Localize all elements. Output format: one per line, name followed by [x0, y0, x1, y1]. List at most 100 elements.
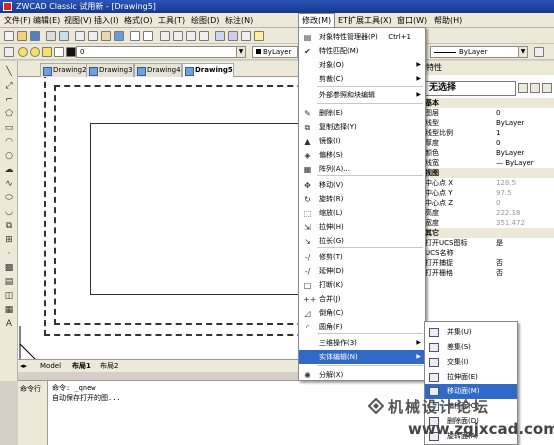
- layout-tab-layout1[interactable]: 布局1: [72, 360, 91, 372]
- modify-menu-item[interactable]: 实体编辑(N) ▶: [299, 350, 425, 364]
- undo-icon[interactable]: [130, 31, 140, 41]
- modify-menu-item[interactable]: ◿ 倒角(C): [299, 306, 425, 320]
- layout-tab-layout2[interactable]: 布局2: [100, 360, 118, 372]
- solid-edit-item[interactable]: 并集(U): [425, 325, 517, 340]
- open-file-icon[interactable]: [17, 31, 27, 41]
- modify-menu-item[interactable]: 外部参照和块编辑 ▶: [299, 88, 425, 102]
- property-value[interactable]: — ByLayer: [496, 158, 534, 168]
- menu-view[interactable]: 视图(V): [64, 13, 92, 28]
- modify-menu-item[interactable]: ⧉ 复制选择(Y): [299, 120, 425, 134]
- print-icon[interactable]: [46, 31, 56, 41]
- new-file-icon[interactable]: [4, 31, 14, 41]
- print-preview-icon[interactable]: [59, 31, 69, 41]
- select-objects-icon[interactable]: [530, 83, 540, 93]
- property-row[interactable]: 中心点 Y 97.5: [424, 188, 554, 198]
- arc-tool-icon[interactable]: ◠: [4, 137, 14, 147]
- property-value[interactable]: 128.5: [496, 178, 516, 188]
- modify-menu-item[interactable]: ↘ 拉长(G): [299, 234, 425, 248]
- modify-menu-item[interactable]: ◜ 圆角(F): [299, 320, 425, 334]
- point-tool-icon[interactable]: ·: [4, 249, 14, 259]
- cut-icon[interactable]: [75, 31, 85, 41]
- modify-menu-item[interactable]: ✥ 移动(V): [299, 178, 425, 192]
- property-value[interactable]: 是: [496, 238, 503, 248]
- zoom-realtime-icon[interactable]: [173, 31, 183, 41]
- ellipse-tool-icon[interactable]: ⬭: [4, 193, 14, 203]
- property-row[interactable]: 宽度 351.472: [424, 218, 554, 228]
- properties-tool-icon[interactable]: [215, 31, 225, 41]
- chevron-down-icon[interactable]: ▼: [236, 47, 245, 57]
- modify-menu-item[interactable]: 三维操作(3) ▶: [299, 336, 425, 350]
- quick-select-icon[interactable]: [542, 83, 552, 93]
- lineweight-dropdown[interactable]: ByLayer ▼: [430, 46, 528, 58]
- property-value[interactable]: 否: [496, 258, 503, 268]
- pan-icon[interactable]: [160, 31, 170, 41]
- menu-file[interactable]: 文件(F): [4, 13, 31, 28]
- copy-icon[interactable]: [88, 31, 98, 41]
- property-row[interactable]: 中心点 X 128.5: [424, 178, 554, 188]
- property-row[interactable]: 线型 ByLayer: [424, 118, 554, 128]
- doc-tab-drawing5[interactable]: Drawing5: [182, 63, 234, 77]
- plot-style-icon[interactable]: [534, 47, 544, 57]
- property-value[interactable]: 351.472: [496, 218, 525, 228]
- toggle-pickadd-icon[interactable]: [518, 83, 528, 93]
- property-row[interactable]: 打开UCS图标 是: [424, 238, 554, 248]
- ellipse-arc-icon[interactable]: ◡: [4, 207, 14, 217]
- layout-tab-model[interactable]: Model: [40, 360, 61, 372]
- property-row[interactable]: UCS名称: [424, 248, 554, 258]
- polygon-tool-icon[interactable]: ⬠: [4, 109, 14, 119]
- zoom-window-icon[interactable]: [186, 31, 196, 41]
- insert-block-icon[interactable]: ⧉: [4, 221, 14, 231]
- doc-tab-drawing2[interactable]: Drawing2: [40, 63, 88, 77]
- tool-palette-icon[interactable]: [241, 31, 251, 41]
- circle-tool-icon[interactable]: ○: [4, 151, 14, 161]
- modify-menu-item[interactable]: -/ 修剪(T): [299, 250, 425, 264]
- property-row[interactable]: 厚度 0: [424, 138, 554, 148]
- property-row[interactable]: 颜色 ByLayer: [424, 148, 554, 158]
- modify-menu-item[interactable]: ▲ 镜像(I): [299, 134, 425, 148]
- color-dropdown[interactable]: ByLayer: [252, 46, 298, 58]
- menu-et-tools[interactable]: ET扩展工具(X): [338, 13, 392, 28]
- property-value[interactable]: 0: [496, 108, 500, 118]
- property-row[interactable]: 线宽 — ByLayer: [424, 158, 554, 168]
- modify-menu-item[interactable]: ✔ 特性匹配(M): [299, 44, 425, 58]
- modify-menu-item[interactable]: ↻ 旋转(R): [299, 192, 425, 206]
- layout-nav-arrows-icon[interactable]: ◂▸: [20, 360, 27, 372]
- modify-menu-item[interactable]: -/ 延伸(D): [299, 264, 425, 278]
- modify-menu-item[interactable]: ⬚ 缩放(L): [299, 206, 425, 220]
- property-row[interactable]: 打开捕捉 否: [424, 258, 554, 268]
- modify-menu-item[interactable]: 剪裁(C) ▶: [299, 72, 425, 86]
- doc-tab-drawing4[interactable]: Drawing4: [134, 63, 182, 77]
- doc-tab-drawing3[interactable]: Drawing3: [86, 63, 134, 77]
- spline-tool-icon[interactable]: ∿: [4, 179, 14, 189]
- table-tool-icon[interactable]: ▦: [4, 305, 14, 315]
- property-row[interactable]: 中心点 Z 0: [424, 198, 554, 208]
- modify-menu-item[interactable]: 对象(O) ▶: [299, 58, 425, 72]
- property-value[interactable]: 222.18: [496, 208, 521, 218]
- redo-icon[interactable]: [143, 31, 153, 41]
- rectangle-tool-icon[interactable]: ▭: [4, 123, 14, 133]
- line-tool-icon[interactable]: ╲: [4, 67, 14, 77]
- help-icon[interactable]: [254, 31, 264, 41]
- gradient-tool-icon[interactable]: ▤: [4, 277, 14, 287]
- menu-tools[interactable]: 工具(T): [158, 13, 185, 28]
- menu-format[interactable]: 格式(O): [124, 13, 153, 28]
- modify-menu-item[interactable]: ✎ 删除(E): [299, 106, 425, 120]
- property-row[interactable]: 线型比例 1: [424, 128, 554, 138]
- modify-menu-item[interactable]: ▤ 对象特性管理器(P) Ctrl+1: [299, 30, 425, 44]
- revision-cloud-icon[interactable]: ☁: [4, 165, 14, 175]
- selection-dropdown[interactable]: 无选择: [424, 81, 516, 96]
- make-block-icon[interactable]: ⊞: [4, 235, 14, 245]
- menu-modify[interactable]: 修改(M): [298, 13, 336, 27]
- solid-edit-item[interactable]: 交集(I): [425, 355, 517, 370]
- modify-menu-item[interactable]: ⇲ 拉伸(H): [299, 220, 425, 234]
- property-row[interactable]: 打开栅格 否: [424, 268, 554, 278]
- region-tool-icon[interactable]: ◫: [4, 291, 14, 301]
- property-value[interactable]: 1: [496, 128, 500, 138]
- zoom-previous-icon[interactable]: [199, 31, 209, 41]
- property-row[interactable]: 高度 222.18: [424, 208, 554, 218]
- menu-draw[interactable]: 绘图(D): [191, 13, 219, 28]
- match-properties-tool-icon[interactable]: [114, 31, 124, 41]
- mtext-tool-icon[interactable]: A: [4, 319, 14, 329]
- property-value[interactable]: 0: [496, 198, 500, 208]
- property-value[interactable]: ByLayer: [496, 148, 524, 158]
